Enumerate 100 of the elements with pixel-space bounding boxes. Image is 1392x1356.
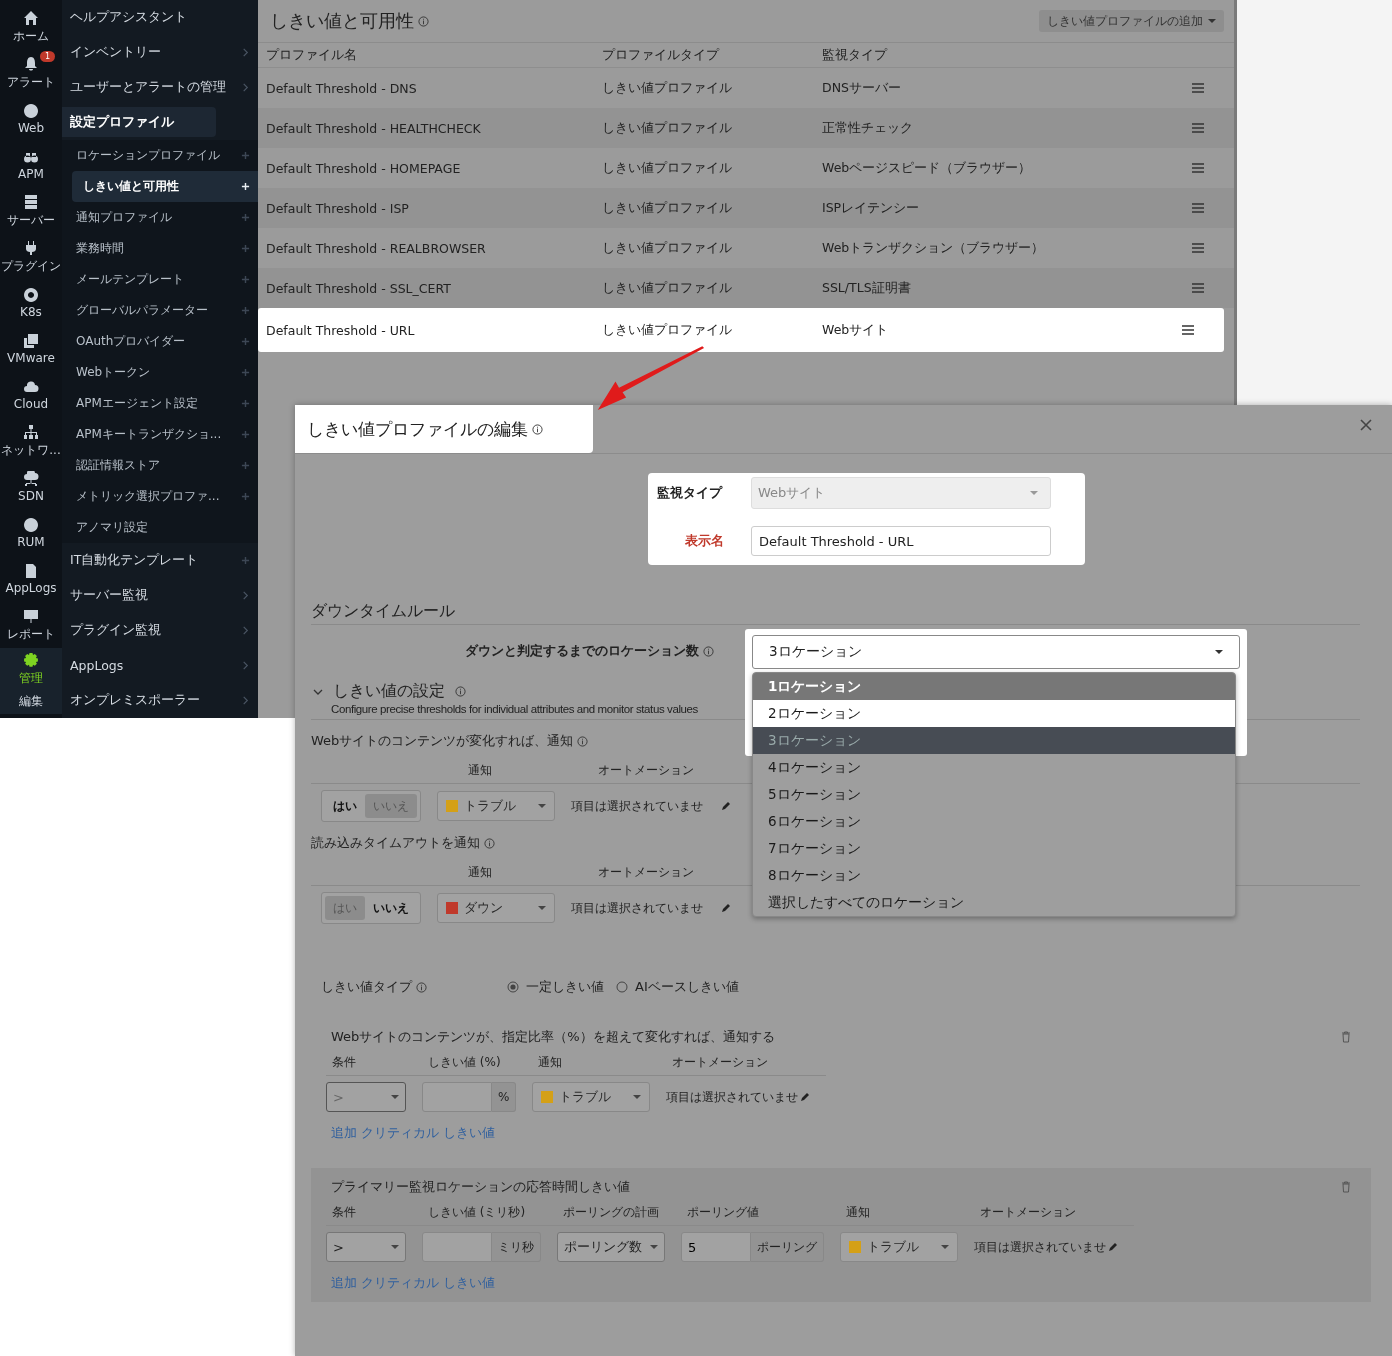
submenu-item[interactable]: ロケーションプロファイル [62,140,258,171]
submenu-item[interactable]: メールテンプレート [62,264,258,295]
dropdown-option[interactable]: 3ロケーション [753,727,1235,754]
submenu-item[interactable]: メトリック選択プロファ... [62,481,258,512]
add-profile-button[interactable]: しきい値プロファイルの追加 [1039,10,1224,32]
nav-button[interactable]: VMware [0,326,62,372]
location-count-select[interactable]: 3ロケーション [752,635,1240,669]
submenu-item[interactable]: 通知プロファイル [62,202,258,233]
chevron-icon [241,48,250,57]
plug-icon [23,239,39,256]
column-header: しきい値 (ミリ秒) [422,1204,557,1226]
menu-item[interactable]: インベントリー [62,35,258,70]
menu-item[interactable]: サーバー監視 [62,578,258,613]
dropdown-option[interactable]: 2ロケーション [753,700,1235,727]
menu-icon[interactable] [1192,83,1204,93]
dropdown-option[interactable]: 1ロケーション [753,673,1235,700]
field-label: しきい値タイプ [321,978,412,996]
nav-button[interactable]: アラート 1 [0,50,62,96]
menu-icon[interactable] [1192,203,1204,213]
menu-item[interactable]: 設定プロファイル [62,107,216,137]
count-badge: 1 [40,51,56,62]
display-name-field[interactable]: Default Threshold - URL [751,526,1051,556]
nav-button[interactable]: Cloud [0,372,62,418]
menu-icon[interactable] [1192,283,1204,293]
table-cell-text: ISPレイテンシー [822,199,921,217]
windows-icon [23,333,39,349]
menu-item[interactable]: プラグイン監視 [62,613,258,648]
submenu-item[interactable]: しきい値と可用性 [72,171,258,202]
nav-button[interactable]: サーバー [0,188,62,234]
trash-icon[interactable] [1341,1181,1351,1193]
radio-option[interactable]: AIベースしきい値 [616,978,739,996]
select-field[interactable]: > [326,1232,406,1262]
submenu-item[interactable]: グローバルパラメーター [62,295,258,326]
info-icon [416,981,427,993]
field-label: 監視タイプ [657,484,724,502]
pencil-icon[interactable] [1108,1242,1118,1252]
table-cell-text: Webページスピード（ブラウザー） [822,159,1033,177]
input-field[interactable] [422,1232,492,1262]
menu-icon[interactable] [1182,325,1194,335]
submenu-item[interactable]: アノマリ設定 [62,512,258,543]
menu-item[interactable]: AppLogs [62,648,258,683]
severity-select[interactable]: ダウン [437,893,555,923]
chevron-icon [241,661,250,670]
pencil-icon[interactable] [800,1092,811,1102]
nav-button[interactable]: RUM [0,510,62,556]
table-row[interactable]: Default Threshold - HEALTHCHECK しきい値プロファイル 正常性チェック [258,108,1234,148]
submenu-item[interactable]: 業務時間 [62,233,258,264]
input-field[interactable] [422,1082,492,1112]
dropdown-option[interactable]: 選択したすべてのロケーション [753,889,1235,916]
radio-option[interactable]: 一定しきい値 [507,978,604,996]
table-cell-text: Webトランザクション（ブラウザー） [822,239,1046,257]
nav-button[interactable]: K8s [0,280,62,326]
submenu-item[interactable]: APMキートランザクショ... [62,419,258,450]
menu-icon[interactable] [1192,163,1204,173]
nav-button[interactable]: SDN [0,464,62,510]
nav-button[interactable]: ネットワ... [0,418,62,464]
nav-button[interactable]: APM [0,142,62,188]
severity-select[interactable]: トラブル [437,791,555,821]
table-cell-text: DNSサーバー [822,79,902,97]
caret-icon [941,1243,949,1251]
nav-button[interactable]: ホーム [0,4,62,50]
field-label: ダウンと判定するまでのロケーション数 [465,642,699,660]
menu-icon[interactable] [1192,243,1204,253]
table-cell-text: Default Threshold - HEALTHCHECK [266,120,482,136]
table-row[interactable]: Default Threshold - ISP しきい値プロファイル ISPレイテンシー [258,188,1234,228]
caret-icon [391,1093,399,1101]
input-field[interactable]: 5 [681,1232,751,1262]
submenu-item[interactable]: APMエージェント設定 [62,388,258,419]
submenu-item[interactable]: Webトークン [62,357,258,388]
nav-button[interactable]: プラグイン [0,234,62,280]
submenu-item[interactable]: 認証情報ストア [62,450,258,481]
nav-button[interactable]: Web [0,96,62,142]
pencil-icon[interactable] [721,903,731,913]
menu-item[interactable]: IT自動化テンプレート [62,543,258,578]
chevron-icon [241,83,250,92]
menu-item[interactable]: ユーザーとアラートの管理 [62,70,258,105]
select-field[interactable]: ポーリング数 [557,1232,665,1262]
table-cell-text: しきい値プロファイル [602,321,733,339]
submenu-item[interactable]: OAuthプロバイダー [62,326,258,357]
severity-select[interactable]: トラブル [840,1232,958,1262]
toggle-option[interactable]: はい [325,794,365,818]
trash-icon[interactable] [1341,1031,1351,1043]
dropdown-option[interactable]: 6ロケーション [753,808,1235,835]
severity-select[interactable]: トラブル [532,1082,651,1112]
close-icon[interactable] [1360,419,1372,431]
nav-button[interactable]: 管理 編集 [0,648,62,714]
chevron-icon [241,626,250,635]
nav-button[interactable]: レポート [0,602,62,648]
menu-item[interactable]: ヘルプアシスタント [62,0,258,35]
table-row[interactable]: Default Threshold - SSL_CERT しきい値プロファイル SSL/TLS証明書 [258,268,1234,308]
dropdown-option[interactable]: 8ロケーション [753,862,1235,889]
table-row[interactable]: Default Threshold - URL しきい値プロファイル Webサイト [258,308,1224,352]
nav-button[interactable]: AppLogs [0,556,62,602]
menu-icon[interactable] [1192,123,1204,133]
dropdown-option[interactable]: 5ロケーション [753,781,1235,808]
toggle-option[interactable]: いいえ [365,896,417,920]
dropdown-option[interactable]: 4ロケーション [753,754,1235,781]
pencil-icon[interactable] [721,801,731,811]
dropdown-option[interactable]: 7ロケーション [753,835,1235,862]
menu-item[interactable]: オンプレミスポーラー [62,683,258,718]
